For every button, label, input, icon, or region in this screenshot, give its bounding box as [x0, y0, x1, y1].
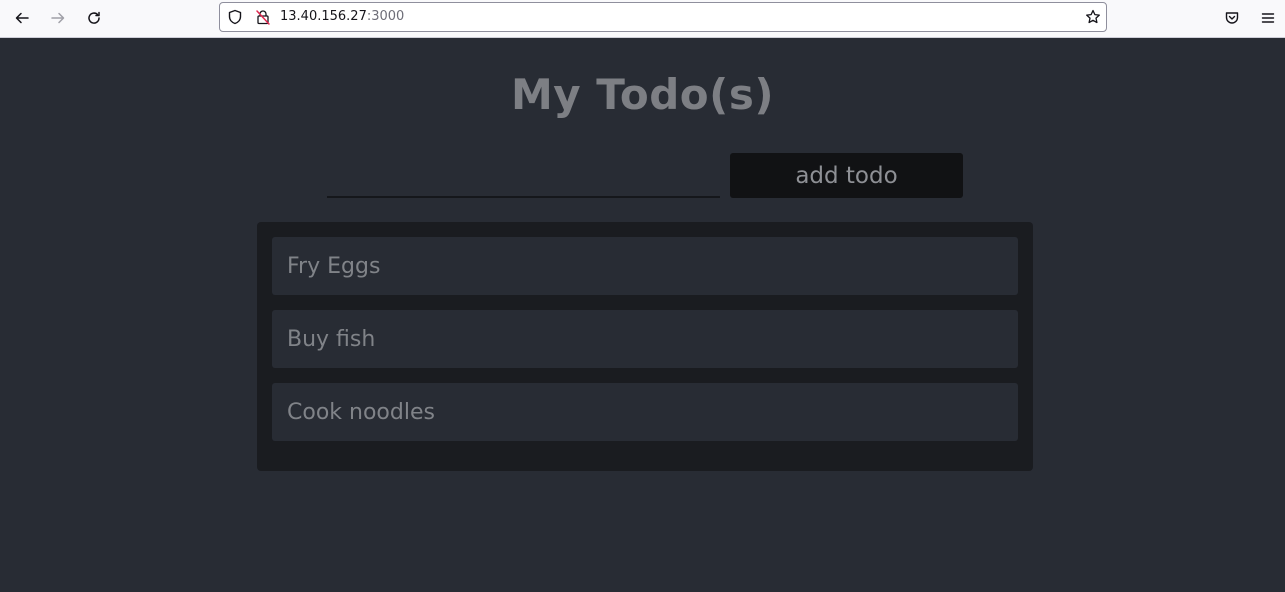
reload-button[interactable] — [80, 5, 108, 31]
bookmark-star-icon[interactable] — [1084, 8, 1102, 26]
browser-toolbar: 13.40.156.27:3000 — [0, 0, 1285, 38]
url-port: :3000 — [366, 9, 405, 24]
insecure-lock-icon[interactable] — [254, 8, 272, 26]
back-button[interactable] — [8, 5, 36, 31]
url-text[interactable]: 13.40.156.27:3000 — [280, 9, 404, 24]
shield-icon[interactable] — [226, 8, 244, 26]
forward-icon — [51, 12, 65, 24]
url-bar[interactable]: 13.40.156.27:3000 — [219, 2, 1107, 32]
todo-item[interactable]: Cook noodles — [272, 383, 1018, 441]
forward-button[interactable] — [44, 5, 72, 31]
pocket-icon — [1225, 12, 1239, 24]
add-todo-button[interactable]: add todo — [730, 153, 963, 198]
reload-icon — [88, 11, 100, 24]
url-host: 13.40.156.27 — [280, 9, 367, 24]
back-icon — [15, 12, 29, 24]
todo-list: Fry Eggs Buy fish Cook noodles — [257, 222, 1033, 471]
page-title: My Todo(s) — [510, 70, 775, 119]
menu-icon — [1261, 13, 1275, 23]
todo-item[interactable]: Buy fish — [272, 310, 1018, 368]
menu-button[interactable] — [1254, 5, 1282, 31]
todo-item[interactable]: Fry Eggs — [272, 237, 1018, 295]
pocket-button[interactable] — [1218, 5, 1246, 31]
todo-input[interactable] — [327, 156, 720, 198]
